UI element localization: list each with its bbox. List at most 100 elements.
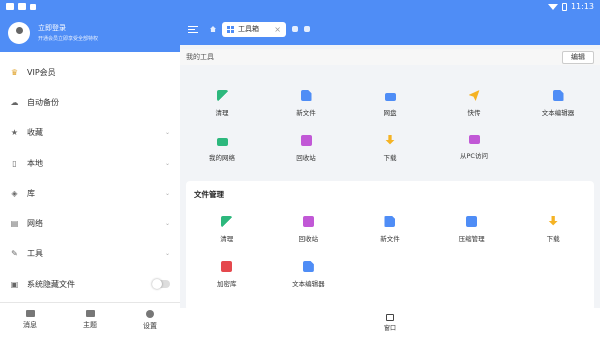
phone-icon: ▯ xyxy=(12,158,17,168)
tool-recycle-bin[interactable]: 回收站 xyxy=(268,216,350,249)
tool-label: 清理 xyxy=(215,109,229,117)
main-panel: 工具箱 × 我的工具 编辑 清理 新文件 网盘 快传 文本编辑器 我的网络 回收… xyxy=(180,13,600,337)
wrench-icon: ✎ xyxy=(11,249,18,259)
broom-icon xyxy=(221,216,233,227)
nav-label: 消息 xyxy=(23,321,37,329)
sidebar-item-auto-backup[interactable]: ☁ 自动备份 xyxy=(0,87,180,117)
bug-icon xyxy=(18,3,26,10)
cloud-drive-icon xyxy=(384,93,396,101)
sidebar-item-label: VIP会员 xyxy=(27,67,56,77)
clock: 11:13 xyxy=(570,2,594,11)
paper-plane-icon xyxy=(468,90,480,101)
tool-download[interactable]: 下载 xyxy=(512,216,594,249)
tool-clean[interactable]: 清理 xyxy=(180,90,264,123)
file-management-grid: 清理 回收站 新文件 压缩管理 下载 加密库 文本编辑器 xyxy=(186,216,594,294)
download-icon xyxy=(385,135,395,145)
tool-label: 文本编辑器 xyxy=(292,280,325,288)
new-file-icon xyxy=(300,90,312,101)
tool-label: 快传 xyxy=(467,109,481,117)
zip-icon xyxy=(466,216,478,227)
login-link[interactable]: 立即登录 xyxy=(38,23,98,33)
my-tools-grid: 清理 新文件 网盘 快传 文本编辑器 我的网络 回收站 下载 从PC访问 xyxy=(180,90,600,168)
tab-toolbox[interactable]: 工具箱 × xyxy=(222,21,286,37)
tool-label: 我的网络 xyxy=(209,154,235,162)
tool-download[interactable]: 下载 xyxy=(348,135,432,168)
top-bar: 工具箱 × xyxy=(180,13,600,45)
sidebar-item-local[interactable]: ▯ 本地 ⌄ xyxy=(0,148,180,178)
chevron-down-icon: ⌄ xyxy=(164,129,170,137)
chevron-down-icon: ⌄ xyxy=(164,189,170,197)
sidebar-item-favorites[interactable]: ★ 收藏 ⌄ xyxy=(0,118,180,148)
network-icon: ▤ xyxy=(10,219,19,229)
sidebar-menu: ♛ VIP会员 ☁ 自动备份 ★ 收藏 ⌄ ▯ 本地 ⌄ ◈ 库 ⌄ ▤ 网络 … xyxy=(0,57,180,299)
tool-pc-access[interactable]: 从PC访问 xyxy=(432,135,516,168)
hidden-files-toggle[interactable] xyxy=(152,279,170,290)
tool-zip-manager[interactable]: 压缩管理 xyxy=(431,216,513,249)
nav-label: 设置 xyxy=(143,321,157,330)
tool-encrypted-vault[interactable]: 加密库 xyxy=(186,261,268,294)
window-switcher[interactable]: 窗口 xyxy=(180,308,600,337)
tool-label: 从PC访问 xyxy=(460,152,488,160)
tool-label: 回收站 xyxy=(296,154,316,162)
hidden-file-icon: ▣ xyxy=(10,279,19,289)
sidebar-item-library[interactable]: ◈ 库 ⌄ xyxy=(0,178,180,208)
bug-icon xyxy=(6,3,14,10)
sidebar-item-hidden-files[interactable]: ▣ 系统隐藏文件 xyxy=(0,269,180,299)
grid-icon xyxy=(227,25,234,33)
window-label: 窗口 xyxy=(383,324,396,332)
status-bar: 11:13 xyxy=(0,0,600,13)
close-icon[interactable]: × xyxy=(274,25,281,34)
tool-new-file[interactable]: 新文件 xyxy=(264,90,348,123)
chevron-down-icon: ⌄ xyxy=(164,250,170,258)
tool-cloud-drive[interactable]: 网盘 xyxy=(348,90,432,123)
tool-label: 回收站 xyxy=(298,235,319,243)
file-management-card: 文件管理 清理 回收站 新文件 压缩管理 下载 加密库 文本编辑器 xyxy=(186,181,594,311)
recycle-bin-icon xyxy=(300,135,312,146)
tool-clean[interactable]: 清理 xyxy=(186,216,268,249)
text-editor-icon xyxy=(552,90,564,101)
sidebar-item-label: 收藏 xyxy=(27,128,43,138)
avatar[interactable] xyxy=(8,21,30,44)
profile-subtitle: 开通会员立即享受全部特权 xyxy=(38,36,99,42)
message-icon xyxy=(25,310,35,317)
tool-label: 新文件 xyxy=(296,109,316,117)
tool-label: 文本编辑器 xyxy=(541,109,575,117)
sidebar-item-network[interactable]: ▤ 网络 ⌄ xyxy=(0,208,180,238)
nav-messages[interactable]: 消息 xyxy=(0,303,60,337)
tool-label: 压缩管理 xyxy=(458,235,485,243)
new-file-icon xyxy=(384,216,396,227)
sidebar-item-label: 库 xyxy=(27,188,35,198)
battery-icon xyxy=(561,2,567,11)
sidebar-item-vip[interactable]: ♛ VIP会员 xyxy=(0,57,180,87)
home-icon[interactable] xyxy=(210,26,216,32)
chevron-down-icon: ⌄ xyxy=(164,220,170,228)
sidebar-item-label: 系统隐藏文件 xyxy=(27,279,75,289)
sidebar-item-label: 自动备份 xyxy=(27,97,59,107)
tool-label: 下载 xyxy=(383,154,397,162)
tool-my-network[interactable]: 我的网络 xyxy=(180,135,264,168)
window-icon xyxy=(386,313,394,321)
nav-settings[interactable]: 设置 xyxy=(120,303,180,337)
tool-recycle-bin[interactable]: 回收站 xyxy=(264,135,348,168)
chevron-down-icon: ⌄ xyxy=(164,159,170,167)
sidebar-bottom-nav: 消息 主题 设置 xyxy=(0,302,180,337)
sidebar-item-label: 网络 xyxy=(27,219,43,229)
edit-button[interactable]: 编辑 xyxy=(562,50,594,64)
tool-quick-transfer[interactable]: 快传 xyxy=(432,90,516,123)
tool-text-editor[interactable]: 文本编辑器 xyxy=(516,90,600,123)
profile-header[interactable]: 立即登录 开通会员立即享受全部特权 xyxy=(0,13,180,52)
section-title: 文件管理 xyxy=(194,190,224,199)
folder-icon[interactable] xyxy=(292,26,298,32)
sidebar-item-tools[interactable]: ✎ 工具 ⌄ xyxy=(0,239,180,269)
sidebar: 立即登录 开通会员立即享受全部特权 ♛ VIP会员 ☁ 自动备份 ★ 收藏 ⌄ … xyxy=(0,0,180,337)
tool-label: 新文件 xyxy=(380,235,400,243)
tool-label: 下载 xyxy=(546,235,560,243)
nav-theme[interactable]: 主题 xyxy=(60,303,120,337)
theme-icon xyxy=(85,310,95,317)
settings-icon xyxy=(146,309,154,318)
cloud-icon[interactable] xyxy=(304,26,310,32)
tool-text-editor[interactable]: 文本编辑器 xyxy=(268,261,350,294)
menu-icon[interactable] xyxy=(188,25,198,33)
tool-new-file[interactable]: 新文件 xyxy=(349,216,431,249)
encrypted-vault-icon xyxy=(221,261,233,272)
